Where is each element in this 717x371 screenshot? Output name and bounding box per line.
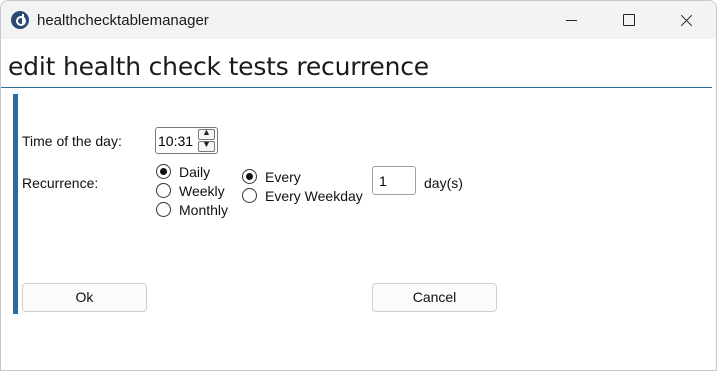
radio-monthly-label[interactable]: Monthly — [179, 202, 228, 218]
app-window: healthchecktablemanager edit health chec… — [0, 0, 717, 371]
time-of-day-label: Time of the day: — [22, 133, 122, 149]
heading-divider — [1, 87, 712, 88]
accent-bar — [13, 94, 18, 314]
window-title: healthchecktablemanager — [37, 12, 209, 29]
time-of-day-input[interactable]: 10:31 ▲ ▼ — [155, 127, 218, 154]
every-days-input[interactable]: 1 — [372, 166, 416, 195]
app-logo-icon — [11, 11, 29, 29]
maximize-button[interactable] — [605, 1, 651, 39]
radio-every-weekday[interactable] — [242, 188, 257, 203]
chevron-down-icon: ▼ — [202, 139, 211, 149]
radio-monthly[interactable] — [156, 202, 171, 217]
days-unit-label: day(s) — [424, 175, 463, 191]
recurrence-label: Recurrence: — [22, 175, 99, 191]
every-days-value: 1 — [379, 173, 387, 189]
page-title: edit health check tests recurrence — [8, 52, 429, 81]
radio-weekly-label[interactable]: Weekly — [179, 183, 225, 199]
close-button[interactable] — [663, 1, 709, 39]
radio-daily-label[interactable]: Daily — [179, 164, 210, 180]
radio-every-label[interactable]: Every — [265, 169, 301, 185]
time-of-day-value: 10:31 — [158, 133, 194, 149]
radio-every[interactable] — [242, 169, 257, 184]
title-bar[interactable]: healthchecktablemanager — [1, 1, 716, 39]
minimize-button[interactable] — [548, 1, 594, 39]
ok-button[interactable]: Ok — [22, 283, 147, 312]
radio-daily[interactable] — [156, 164, 171, 179]
chevron-up-icon: ▲ — [202, 127, 211, 137]
cancel-button[interactable]: Cancel — [372, 283, 497, 312]
radio-every-weekday-label[interactable]: Every Weekday — [265, 188, 363, 204]
radio-weekly[interactable] — [156, 183, 171, 198]
time-decrement-button[interactable]: ▼ — [198, 139, 215, 152]
